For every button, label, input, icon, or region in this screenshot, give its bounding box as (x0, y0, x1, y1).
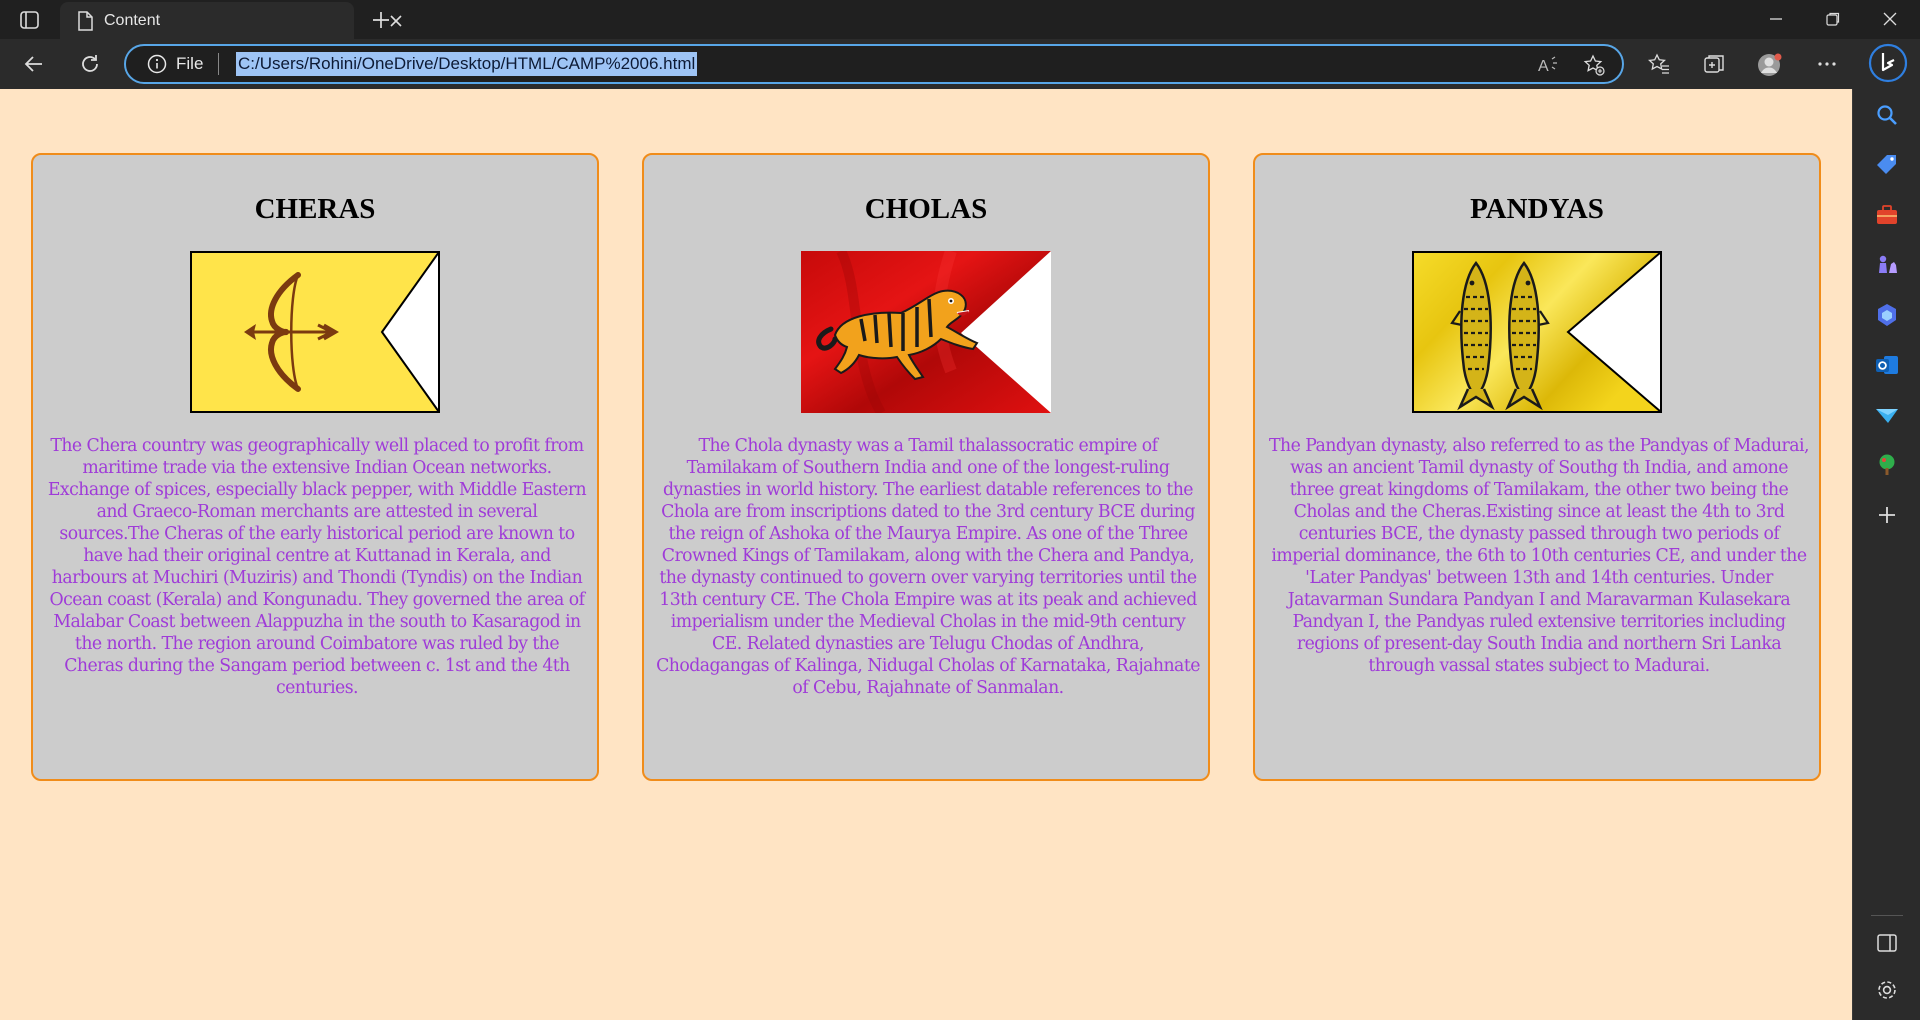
read-aloud-icon[interactable]: A (1536, 53, 1560, 77)
card-cholas: CHOLAS The Chola dynasty was a Tamil tha… (642, 153, 1210, 781)
browser-toolbar: File C:/Users/Rohini/OneDrive/Desktop/HT… (0, 39, 1920, 89)
settings-icon[interactable] (1873, 976, 1901, 1004)
card-pandyas: PANDYAS The Pandyan dynasty, also referr… (1253, 153, 1821, 781)
refresh-button[interactable] (74, 48, 106, 80)
restore-button[interactable] (1806, 0, 1860, 39)
minimize-button[interactable] (1749, 0, 1803, 39)
favorites-button[interactable] (1643, 48, 1675, 80)
copilot-icon[interactable] (1873, 301, 1901, 329)
card-description: The Pandyan dynasty, also referred to as… (1269, 436, 1809, 676)
more-options-button[interactable] (1811, 48, 1843, 80)
svg-text:A: A (1538, 58, 1549, 75)
card-title: CHOLAS (864, 193, 988, 225)
chess-icon[interactable] (1873, 251, 1901, 279)
split-screen-icon[interactable] (1873, 929, 1901, 957)
edge-sidebar (1852, 89, 1920, 1020)
chola-flag-image (801, 251, 1051, 413)
address-bar[interactable]: File C:/Users/Rohini/OneDrive/Desktop/HT… (124, 44, 1624, 84)
browser-tab[interactable]: Content (60, 2, 402, 39)
card-cheras: CHERAS The Chera country was geographica… (31, 153, 599, 781)
add-icon[interactable] (1873, 501, 1901, 529)
close-window-button[interactable] (1863, 0, 1917, 39)
tab-actions-icon[interactable] (18, 9, 42, 31)
pandya-flag-image (1412, 251, 1662, 413)
profile-avatar[interactable] (1753, 48, 1785, 80)
card-title: CHERAS (254, 193, 376, 225)
add-favorite-icon[interactable] (1582, 53, 1606, 77)
card-title: PANDYAS (1470, 193, 1604, 225)
site-scheme-label: File (176, 54, 204, 73)
back-button[interactable] (18, 48, 50, 80)
new-tab-button[interactable] (368, 8, 394, 32)
address-separator (218, 53, 219, 75)
card-description: The Chola dynasty was a Tamil thalassocr… (656, 436, 1200, 698)
toolbox-icon[interactable] (1873, 201, 1901, 229)
url-text[interactable]: C:/Users/Rohini/OneDrive/Desktop/HTML/CA… (236, 52, 698, 76)
outlook-icon[interactable] (1873, 351, 1901, 379)
title-bar: Content (0, 0, 1920, 39)
page-content: CHERAS The Chera country was geographica… (0, 89, 1852, 1020)
document-icon (74, 10, 96, 32)
search-icon[interactable] (1873, 101, 1901, 129)
card-description: The Chera country was geographically wel… (47, 436, 587, 698)
collections-button[interactable] (1698, 48, 1730, 80)
tag-icon[interactable] (1873, 151, 1901, 179)
bing-copilot-button[interactable] (1868, 43, 1908, 83)
tree-icon[interactable] (1873, 451, 1901, 479)
send-icon[interactable] (1873, 401, 1901, 429)
info-icon[interactable] (147, 54, 167, 74)
chera-flag-image (190, 251, 440, 413)
tab-title: Content (104, 12, 161, 29)
sidebar-divider (1871, 915, 1903, 916)
